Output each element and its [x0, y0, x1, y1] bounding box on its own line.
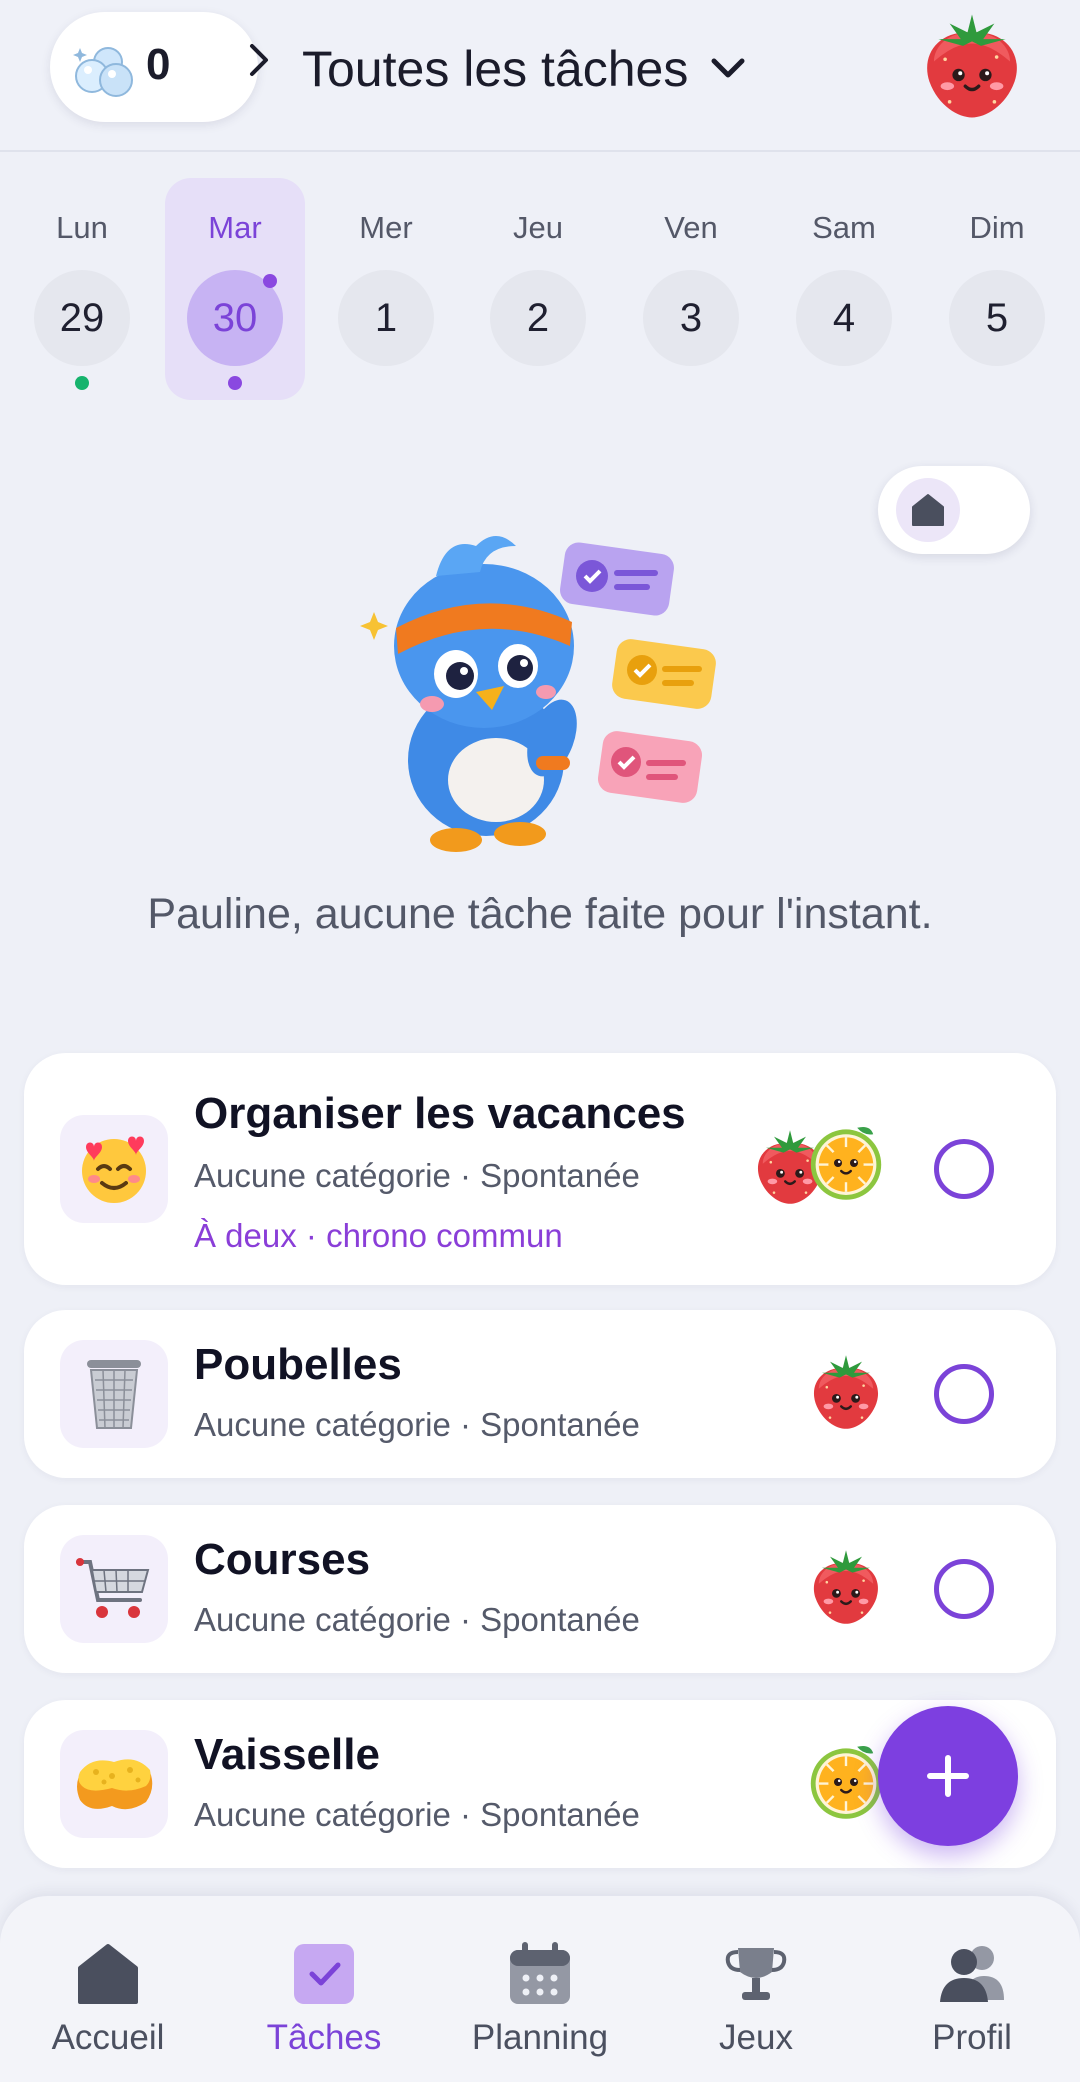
day-date: 2: [490, 270, 586, 366]
day-date: 5: [949, 270, 1045, 366]
task-meta: Aucune catégorie · Spontanée: [194, 1796, 640, 1833]
bubbles-icon: [73, 47, 133, 97]
day-date: 4: [796, 270, 892, 366]
day-wednesday[interactable]: Mer 1: [316, 178, 456, 400]
day-saturday[interactable]: Sam 4: [774, 178, 914, 400]
orange-avatar: [806, 1123, 886, 1203]
task-title: Courses: [194, 1535, 371, 1584]
nav-label: Profil: [932, 2018, 1012, 2057]
task-card[interactable]: Courses Aucune catégorie · Spontanée: [24, 1505, 1056, 1673]
strawberry-avatar[interactable]: [916, 10, 1028, 122]
home-filter-toggle[interactable]: [878, 466, 1030, 554]
bottom-navigation: Accueil Tâches Planning Jeux Profil: [0, 1896, 1080, 2082]
orange-avatar: [806, 1742, 886, 1822]
trash-can-icon: [60, 1340, 168, 1448]
calendar-icon: [510, 1942, 570, 2004]
day-label: Dim: [969, 210, 1025, 245]
week-day-selector: Lun 29 Mar 30 Mer 1 Jeu 2 Ven 3 Sam 4 Di…: [0, 178, 1080, 404]
users-icon: [940, 1946, 1004, 2002]
bubbles-count: 0: [146, 40, 171, 89]
nav-item-profil[interactable]: Profil: [864, 1896, 1080, 2082]
plus-icon: [927, 1755, 969, 1797]
strawberry-avatar: [806, 1547, 886, 1627]
task-card[interactable]: Poubelles Aucune catégorie · Spontanée: [24, 1310, 1056, 1478]
task-shared-info: À deux · chrono commun: [194, 1217, 563, 1254]
task-filter-label: Toutes les tâches: [302, 41, 689, 97]
day-label: Sam: [812, 210, 876, 245]
task-title: Vaisselle: [194, 1730, 380, 1779]
day-label: Mar: [208, 210, 262, 245]
day-label: Ven: [664, 210, 718, 245]
task-meta: Aucune catégorie · Spontanée: [194, 1157, 640, 1194]
day-date: 1: [338, 270, 434, 366]
strawberry-avatar: [806, 1352, 886, 1432]
bird-mascot-illustration: [360, 536, 716, 852]
day-date: 3: [643, 270, 739, 366]
nav-label: Planning: [471, 2018, 609, 2057]
task-complete-checkbox[interactable]: [934, 1364, 994, 1424]
task-filter-dropdown[interactable]: Toutes les tâches: [302, 34, 746, 104]
task-card[interactable]: Organiser les vacances Aucune catégorie …: [24, 1053, 1056, 1285]
task-meta: Aucune catégorie · Spontanée: [194, 1601, 640, 1638]
task-title: Poubelles: [194, 1340, 402, 1389]
day-date: 29: [34, 270, 130, 366]
top-bar: 0 Toutes les tâches: [0, 0, 1080, 152]
nav-label: Accueil: [51, 2018, 165, 2057]
empty-state-message: Pauline, aucune tâche faite pour l'insta…: [147, 890, 933, 938]
day-tuesday[interactable]: Mar 30: [165, 178, 305, 400]
activity-dot: [228, 376, 242, 390]
sponge-icon: [60, 1730, 168, 1838]
nav-item-planning[interactable]: Planning: [432, 1896, 648, 2082]
check-icon: [294, 1944, 354, 2004]
nav-item-jeux[interactable]: Jeux: [648, 1896, 864, 2082]
nav-label: Tâches: [266, 2018, 382, 2057]
nav-label: Jeux: [719, 2018, 793, 2057]
day-thursday[interactable]: Jeu 2: [468, 178, 608, 400]
smiling-face-with-hearts-icon: [60, 1115, 168, 1223]
task-meta: Aucune catégorie · Spontanée: [194, 1406, 640, 1443]
day-sunday[interactable]: Dim 5: [927, 178, 1067, 400]
chevron-down-icon: [711, 58, 745, 78]
nav-item-accueil[interactable]: Accueil: [0, 1896, 216, 2082]
task-title: Organiser les vacances: [194, 1089, 686, 1138]
add-task-button[interactable]: [878, 1706, 1018, 1846]
toggle-knob: [896, 478, 960, 542]
home-icon: [78, 1944, 138, 2004]
task-complete-checkbox[interactable]: [934, 1559, 994, 1619]
shopping-cart-icon: [60, 1535, 168, 1643]
activity-dot: [75, 376, 89, 390]
chevron-right-icon: [250, 44, 268, 76]
home-icon: [912, 494, 944, 526]
day-label: Lun: [56, 210, 108, 245]
day-friday[interactable]: Ven 3: [621, 178, 761, 400]
trophy-icon: [725, 1948, 787, 2000]
bubbles-counter-button[interactable]: 0: [50, 12, 268, 122]
notification-dot: [263, 274, 277, 288]
day-monday[interactable]: Lun 29: [12, 178, 152, 400]
nav-item-taches[interactable]: Tâches: [216, 1896, 432, 2082]
task-complete-checkbox[interactable]: [934, 1139, 994, 1199]
day-label: Jeu: [513, 210, 563, 245]
day-label: Mer: [359, 210, 413, 245]
